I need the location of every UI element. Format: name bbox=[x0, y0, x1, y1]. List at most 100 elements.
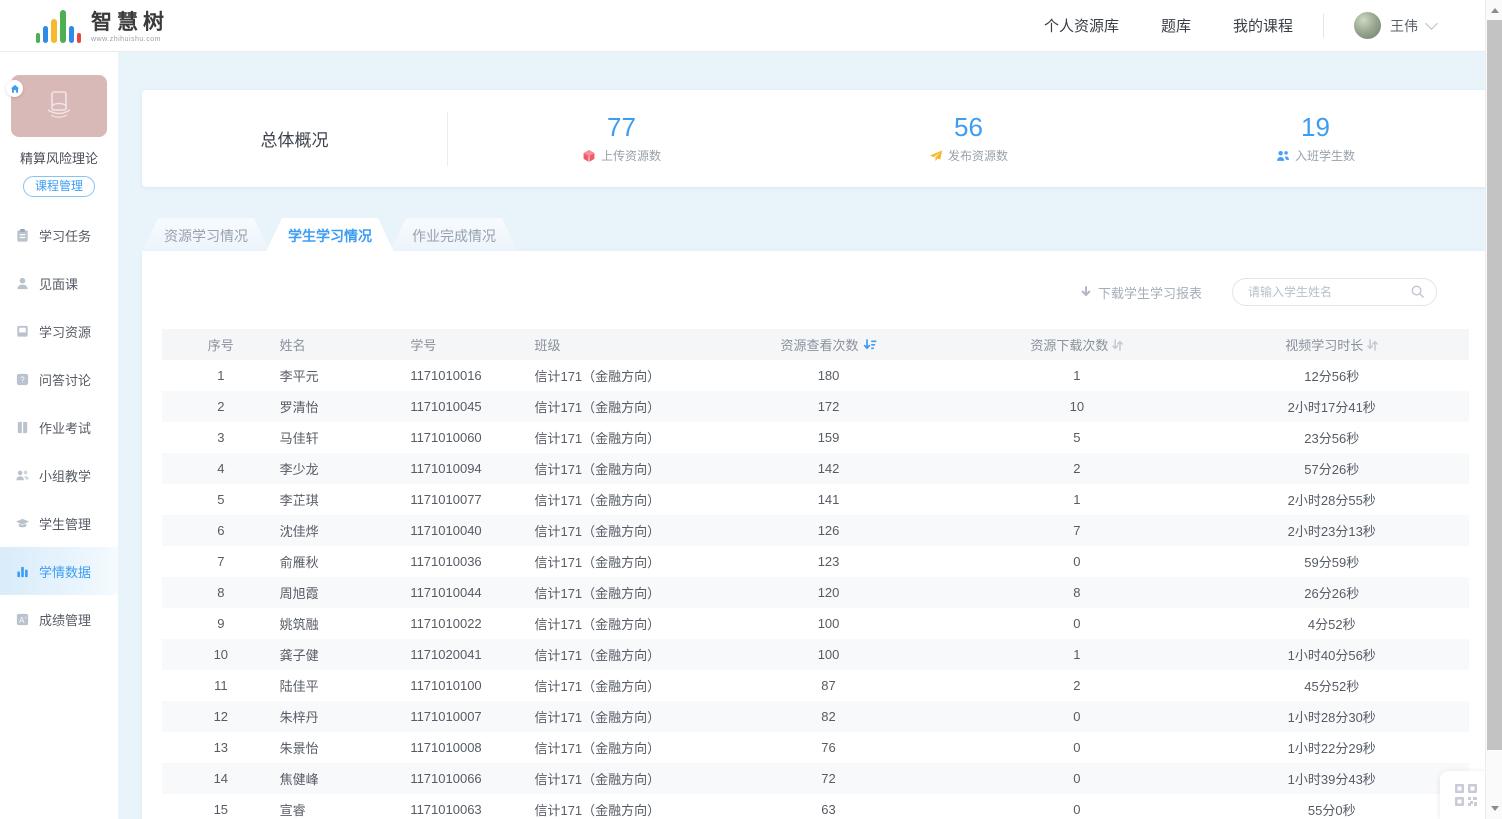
cell-download-count: 1 bbox=[959, 360, 1194, 391]
cell-view-count: 172 bbox=[698, 391, 959, 422]
svg-text:?: ? bbox=[20, 375, 25, 384]
table-row: 12 朱梓丹 1171010007 信计171（金融方向） 82 0 1小时28… bbox=[162, 701, 1469, 732]
svg-text:+: + bbox=[25, 615, 28, 620]
scrollbar-thumb[interactable] bbox=[1487, 20, 1502, 750]
table-header-row: 序号 姓名 学号 班级 资源查看次数 资源下载 bbox=[162, 329, 1469, 360]
user-menu[interactable]: 王伟 bbox=[1354, 12, 1436, 39]
cell-class: 信计171（金融方向） bbox=[534, 577, 697, 608]
cell-class: 信计171（金融方向） bbox=[534, 670, 697, 701]
column-header-name: 姓名 bbox=[280, 329, 411, 360]
cell-view-count: 72 bbox=[698, 763, 959, 794]
cell-view-count: 76 bbox=[698, 732, 959, 763]
sidebar-item-qa-discussion[interactable]: ? 问答讨论 bbox=[0, 355, 118, 403]
cell-view-count: 142 bbox=[698, 453, 959, 484]
user-avatar[interactable] bbox=[1354, 12, 1381, 39]
cell-video-duration: 59分59秒 bbox=[1194, 546, 1469, 577]
sidebar-menu: 学习任务 见面课 学习资源 ? 问答讨论 作业考试 小组教学 学生管理 学情数据 bbox=[0, 211, 118, 643]
cell-video-duration: 57分26秒 bbox=[1194, 453, 1469, 484]
table-row: 7 俞雁秋 1171010036 信计171（金融方向） 123 0 59分59… bbox=[162, 546, 1469, 577]
sidebar-item-label: 小组教学 bbox=[39, 466, 91, 485]
cell-download-count: 8 bbox=[959, 577, 1194, 608]
sidebar-item-learning-resources[interactable]: 学习资源 bbox=[0, 307, 118, 355]
cell-index: 2 bbox=[162, 391, 280, 422]
main-content: 总体概况 77 上传资源数 56 发布资源数 19 bbox=[118, 52, 1502, 819]
scrollbar-up-arrow-icon[interactable] bbox=[1486, 2, 1502, 19]
search-input[interactable] bbox=[1232, 278, 1437, 306]
cell-class: 信计171（金融方向） bbox=[534, 701, 697, 732]
user-name: 王伟 bbox=[1390, 16, 1418, 36]
cell-view-count: 100 bbox=[698, 608, 959, 639]
sidebar-item-label: 学习资源 bbox=[39, 322, 91, 341]
cell-student-id: 1171010022 bbox=[410, 608, 534, 639]
sidebar-item-learning-tasks[interactable]: 学习任务 bbox=[0, 211, 118, 259]
table-row: 11 陆佳平 1171010100 信计171（金融方向） 87 2 45分52… bbox=[162, 670, 1469, 701]
sidebar-item-student-management[interactable]: 学生管理 bbox=[0, 499, 118, 547]
home-icon[interactable] bbox=[6, 80, 23, 97]
cell-index: 10 bbox=[162, 639, 280, 670]
person-icon bbox=[15, 276, 30, 291]
nav-item-question-bank[interactable]: 题库 bbox=[1161, 15, 1191, 36]
scrollbar[interactable] bbox=[1485, 0, 1502, 819]
download-report-link[interactable]: 下载学生学习报表 bbox=[1080, 283, 1202, 302]
sidebar-item-grade-management[interactable]: A+ 成绩管理 bbox=[0, 595, 118, 643]
cell-name: 朱景怡 bbox=[280, 732, 411, 763]
sidebar-item-label: 学生管理 bbox=[39, 514, 91, 533]
sidebar-item-label: 问答讨论 bbox=[39, 370, 91, 389]
cell-download-count: 0 bbox=[959, 546, 1194, 577]
cell-name: 李平元 bbox=[280, 360, 411, 391]
cell-index: 11 bbox=[162, 670, 280, 701]
cell-download-count: 1 bbox=[959, 484, 1194, 515]
column-header-view-count: 资源查看次数 bbox=[698, 329, 959, 360]
tab-resource-learning[interactable]: 资源学习情况 bbox=[142, 218, 270, 252]
cell-download-count: 7 bbox=[959, 515, 1194, 546]
search-icon[interactable] bbox=[1410, 284, 1425, 299]
nav-item-personal-library[interactable]: 个人资源库 bbox=[1044, 15, 1119, 36]
cell-video-duration: 23分56秒 bbox=[1194, 422, 1469, 453]
cell-video-duration: 4分52秒 bbox=[1194, 608, 1469, 639]
course-card[interactable] bbox=[11, 75, 107, 137]
tab-student-learning[interactable]: 学生学习情况 bbox=[266, 218, 394, 252]
bar-chart-icon bbox=[15, 564, 30, 579]
cell-student-id: 1171010100 bbox=[410, 670, 534, 701]
cell-view-count: 141 bbox=[698, 484, 959, 515]
sort-icon[interactable] bbox=[1112, 339, 1123, 351]
table-row: 10 龚子健 1171020041 信计171（金融方向） 100 1 1小时4… bbox=[162, 639, 1469, 670]
brand-logo[interactable]: 智慧树 www.zhihuishu.com bbox=[36, 9, 169, 43]
cell-view-count: 63 bbox=[698, 794, 959, 819]
tab-homework-completion[interactable]: 作业完成情况 bbox=[390, 218, 518, 252]
scrollbar-down-arrow-icon[interactable] bbox=[1486, 800, 1502, 817]
cell-view-count: 123 bbox=[698, 546, 959, 577]
cell-student-id: 1171010008 bbox=[410, 732, 534, 763]
cell-index: 15 bbox=[162, 794, 280, 819]
table-row: 1 李平元 1171010016 信计171（金融方向） 180 1 12分56… bbox=[162, 360, 1469, 391]
sort-desc-active-icon[interactable] bbox=[863, 339, 877, 351]
sort-icon[interactable] bbox=[1367, 339, 1378, 351]
brand-url: www.zhihuishu.com bbox=[91, 36, 169, 43]
cell-name: 陆佳平 bbox=[280, 670, 411, 701]
cell-index: 14 bbox=[162, 763, 280, 794]
sidebar-item-homework-exam[interactable]: 作业考试 bbox=[0, 403, 118, 451]
table-row: 8 周旭霞 1171010044 信计171（金融方向） 120 8 26分26… bbox=[162, 577, 1469, 608]
qr-code-icon bbox=[1453, 782, 1479, 808]
sidebar-item-label: 见面课 bbox=[39, 274, 78, 293]
sidebar-item-meeting-course[interactable]: 见面课 bbox=[0, 259, 118, 307]
cell-student-id: 1171020041 bbox=[410, 639, 534, 670]
cell-class: 信计171（金融方向） bbox=[534, 453, 697, 484]
course-manage-button[interactable]: 课程管理 bbox=[23, 176, 95, 197]
stat-uploaded-resources: 77 上传资源数 bbox=[448, 113, 795, 165]
table-row: 15 宣睿 1171010063 信计171（金融方向） 63 0 55分0秒 bbox=[162, 794, 1469, 819]
cell-student-id: 1171010036 bbox=[410, 546, 534, 577]
table-row: 6 沈佳烨 1171010040 信计171（金融方向） 126 7 2小时23… bbox=[162, 515, 1469, 546]
cell-download-count: 2 bbox=[959, 453, 1194, 484]
nav-item-my-courses[interactable]: 我的课程 bbox=[1233, 15, 1293, 36]
cell-name: 姚筑融 bbox=[280, 608, 411, 639]
cell-student-id: 1171010044 bbox=[410, 577, 534, 608]
chevron-down-icon[interactable] bbox=[1425, 17, 1438, 30]
cell-download-count: 5 bbox=[959, 422, 1194, 453]
cell-index: 12 bbox=[162, 701, 280, 732]
overview-stats: 77 上传资源数 56 发布资源数 19 入班学生数 bbox=[448, 113, 1489, 165]
sidebar-item-group-teaching[interactable]: 小组教学 bbox=[0, 451, 118, 499]
sidebar-item-learning-data[interactable]: 学情数据 bbox=[0, 547, 118, 595]
cell-name: 宣睿 bbox=[280, 794, 411, 819]
cell-view-count: 82 bbox=[698, 701, 959, 732]
